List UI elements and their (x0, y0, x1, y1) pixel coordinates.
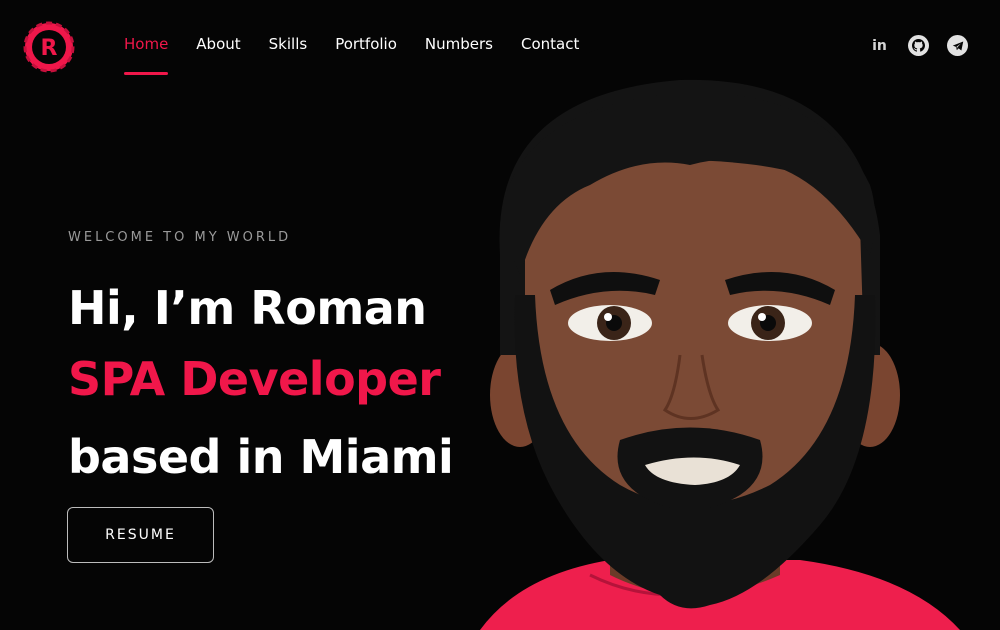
github-icon[interactable] (908, 35, 929, 56)
main-nav: Home About Skills Portfolio Numbers Cont… (124, 34, 607, 75)
nav-skills[interactable]: Skills (269, 34, 308, 54)
nav-home[interactable]: Home (124, 34, 169, 75)
nav-contact[interactable]: Contact (521, 34, 579, 54)
logo-letter: R (41, 36, 58, 61)
linkedin-text: in (872, 37, 887, 54)
social-links: in (869, 35, 968, 56)
hero-section: WELCOME TO MY WORLD Hi, I’m Roman SPA De… (68, 230, 454, 480)
hero-location: based in Miami (68, 430, 454, 484)
github-glyph (912, 39, 925, 52)
hero-role: SPA Developer (68, 352, 441, 406)
nav-numbers[interactable]: Numbers (425, 34, 493, 54)
logo[interactable]: R (22, 20, 76, 74)
welcome-text: WELCOME TO MY WORLD (68, 230, 292, 245)
telegram-icon[interactable] (947, 35, 968, 56)
telegram-glyph (952, 41, 963, 50)
hero-greeting: Hi, I’m Roman (68, 281, 427, 335)
nav-about[interactable]: About (196, 34, 240, 54)
resume-button[interactable]: RESUME (67, 507, 214, 563)
logo-r-icon: R (23, 21, 75, 73)
linkedin-icon[interactable]: in (869, 35, 890, 56)
avatar-illustration (480, 79, 960, 630)
nav-portfolio[interactable]: Portfolio (335, 34, 397, 54)
